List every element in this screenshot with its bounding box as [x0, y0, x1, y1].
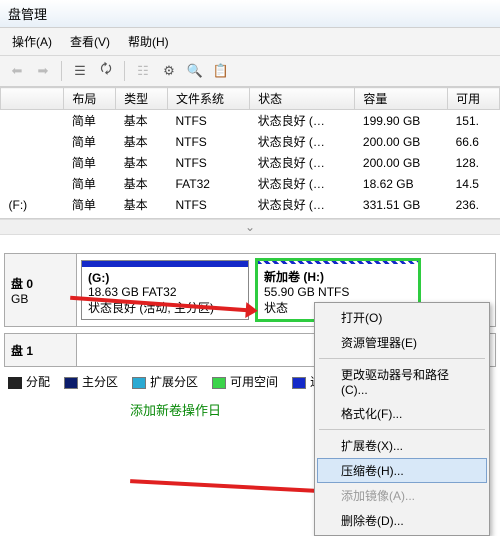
forward-icon: ➡ [32, 60, 54, 82]
cell: 基本 [116, 152, 168, 173]
cell-drive: (F:) [1, 194, 64, 215]
toolbar: ⬅ ➡ ☰ 🗘 ☷ ⚙ 🔍 📋 [0, 56, 500, 87]
context-menu: 打开(O) 资源管理器(E) 更改驱动器号和路径(C)... 格式化(F)...… [314, 302, 490, 536]
cell: 199.90 GB [355, 110, 448, 132]
cell: NTFS [167, 131, 249, 152]
cell: NTFS [167, 152, 249, 173]
columns-icon[interactable]: ☰ [69, 60, 91, 82]
column-header[interactable]: 容量 [355, 88, 448, 110]
table-row[interactable]: 简单基本NTFS状态良好 (…200.00 GB128. [1, 152, 500, 173]
partition-stripe [82, 261, 248, 267]
cell-drive [1, 173, 64, 194]
cell-drive [1, 131, 64, 152]
legend-extended: 扩展分区 [132, 373, 198, 390]
ctx-add-mirror: 添加镜像(A)... [317, 483, 487, 508]
column-header[interactable]: 类型 [116, 88, 168, 110]
splitter-handle[interactable]: ⌄ [0, 219, 500, 235]
disk-0-size: GB [11, 292, 70, 306]
cell: 简单 [64, 152, 116, 173]
cell: 66.6 [448, 131, 500, 152]
column-header[interactable]: 文件系统 [167, 88, 249, 110]
partition-g-title: (G:) [88, 271, 242, 285]
cell: 基本 [116, 131, 168, 152]
ctx-shrink[interactable]: 压缩卷(H)... [317, 458, 487, 483]
disk-0-title: 盘 0 [11, 275, 70, 292]
cell: 基本 [116, 173, 168, 194]
legend-primary: 主分区 [64, 373, 118, 390]
cell: NTFS [167, 194, 249, 215]
refresh-icon[interactable]: 🗘 [95, 60, 117, 82]
column-header[interactable]: 可用 [448, 88, 500, 110]
cell: 状态良好 (… [250, 173, 355, 194]
separator [61, 61, 62, 81]
ctx-format[interactable]: 格式化(F)... [317, 401, 487, 426]
cell: 简单 [64, 110, 116, 132]
cell: NTFS [167, 110, 249, 132]
cell: 128. [448, 152, 500, 173]
cell: 基本 [116, 194, 168, 215]
cell: 331.51 GB [355, 194, 448, 215]
partition-h-title: 新加卷 (H:) [264, 268, 412, 285]
cell: 状态良好 (… [250, 152, 355, 173]
cell: 236. [448, 194, 500, 215]
help-contents-icon: ☷ [132, 60, 154, 82]
disk-1-header: 盘 1 [5, 334, 77, 366]
partition-h-line: 55.90 GB NTFS [264, 285, 412, 299]
cell: 151. [448, 110, 500, 132]
disk-1-title: 盘 1 [11, 342, 70, 359]
separator [319, 358, 485, 359]
table-row[interactable]: 简单基本FAT32状态良好 (…18.62 GB14.5 [1, 173, 500, 194]
cell: 简单 [64, 173, 116, 194]
cell: 状态良好 (… [250, 110, 355, 132]
table-row[interactable]: 简单基本NTFS状态良好 (…200.00 GB66.6 [1, 131, 500, 152]
cell: 200.00 GB [355, 131, 448, 152]
cell: 14.5 [448, 173, 500, 194]
window-title: 盘管理 [0, 0, 500, 28]
menu-help[interactable]: 帮助(H) [120, 30, 177, 53]
table-row[interactable]: (F:)简单基本NTFS状态良好 (…331.51 GB236. [1, 194, 500, 215]
ctx-change-path[interactable]: 更改驱动器号和路径(C)... [317, 362, 487, 401]
legend-unallocated: 分配 [8, 373, 50, 390]
cell: FAT32 [167, 173, 249, 194]
cell: 18.62 GB [355, 173, 448, 194]
column-header[interactable]: 布局 [64, 88, 116, 110]
cell: 简单 [64, 194, 116, 215]
ctx-open[interactable]: 打开(O) [317, 305, 487, 330]
legend-free: 可用空间 [212, 373, 278, 390]
cell: 状态良好 (… [250, 131, 355, 152]
cell: 简单 [64, 131, 116, 152]
menu-view[interactable]: 查看(V) [62, 30, 118, 53]
cell-drive [1, 152, 64, 173]
cell: 状态良好 (… [250, 194, 355, 215]
column-header[interactable]: 状态 [250, 88, 355, 110]
back-icon: ⬅ [6, 60, 28, 82]
disk-0-header: 盘 0 GB [5, 254, 77, 326]
column-header[interactable] [1, 88, 64, 110]
properties-icon[interactable]: 📋 [210, 60, 232, 82]
separator [124, 61, 125, 81]
cell: 基本 [116, 110, 168, 132]
separator [319, 429, 485, 430]
volume-list[interactable]: 布局类型文件系统状态容量可用 简单基本NTFS状态良好 (…199.90 GB1… [0, 87, 500, 219]
cell-drive [1, 110, 64, 132]
search-icon[interactable]: 🔍 [184, 60, 206, 82]
menubar: 操作(A) 查看(V) 帮助(H) [0, 28, 500, 56]
ctx-extend[interactable]: 扩展卷(X)... [317, 433, 487, 458]
ctx-explorer[interactable]: 资源管理器(E) [317, 330, 487, 355]
menu-action[interactable]: 操作(A) [4, 30, 60, 53]
partition-stripe [258, 261, 418, 264]
partition-g-line: 18.63 GB FAT32 [88, 285, 242, 299]
settings-icon[interactable]: ⚙ [158, 60, 180, 82]
partition-g[interactable]: (G:) 18.63 GB FAT32 状态良好 (活动, 主分区) [81, 260, 249, 320]
table-row[interactable]: 简单基本NTFS状态良好 (…199.90 GB151. [1, 110, 500, 132]
cell: 200.00 GB [355, 152, 448, 173]
